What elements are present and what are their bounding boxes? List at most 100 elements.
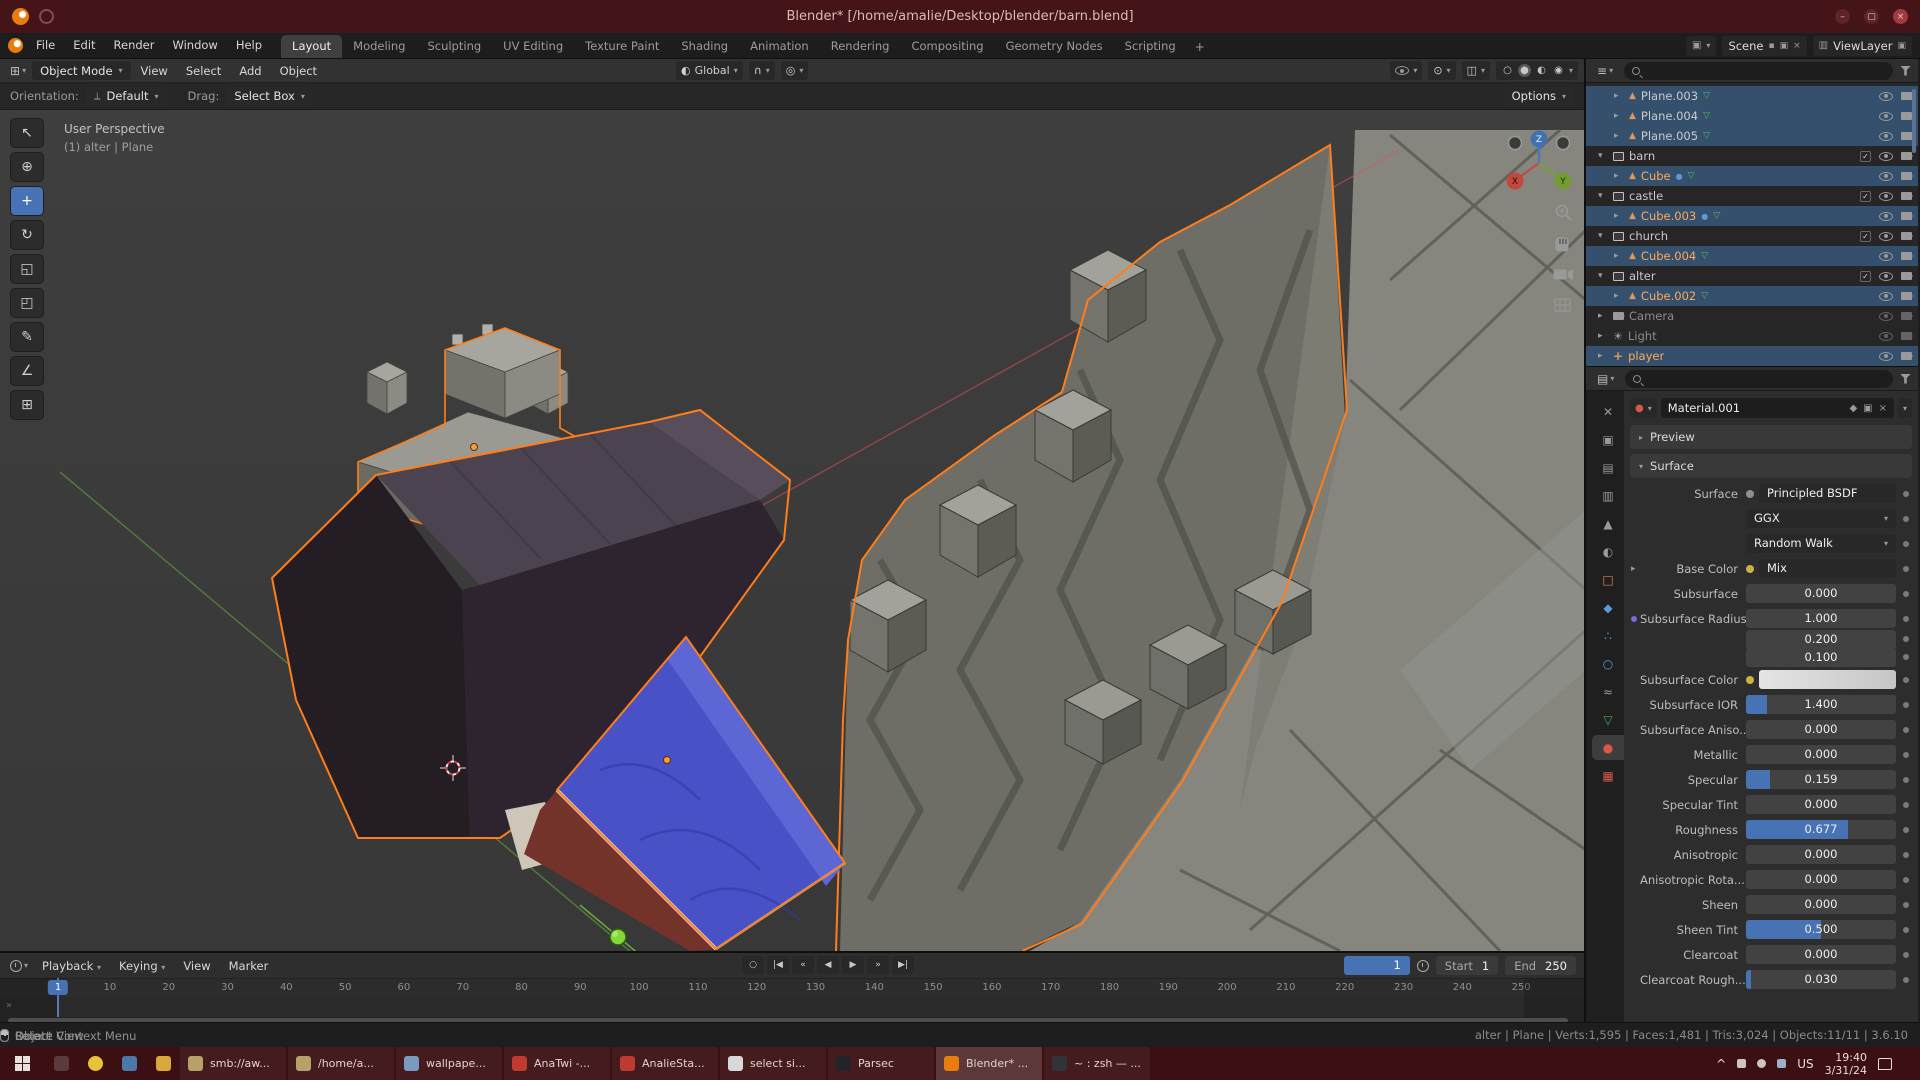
workspace-tab[interactable]: Animation — [739, 35, 820, 58]
use-preview-range-icon[interactable] — [1417, 960, 1429, 972]
workspace-tab[interactable]: Rendering — [820, 35, 901, 58]
expand-icon[interactable]: ▸ — [1598, 331, 1608, 341]
render-visibility-icon[interactable] — [1901, 172, 1912, 180]
render-visibility-icon[interactable] — [1901, 212, 1912, 220]
material-specials-button[interactable]: ▾ — [1898, 398, 1912, 418]
window-titlebar[interactable]: Blender* [/home/amalie/Desktop/blender/b… — [0, 0, 1920, 33]
editor-type-button[interactable]: ≡▾ — [1593, 64, 1617, 78]
properties-tab[interactable]: ▣ — [1592, 427, 1624, 452]
rendered-shading-button[interactable]: ◉ — [1552, 64, 1565, 77]
hide-eye-icon[interactable] — [1879, 172, 1893, 181]
dropdown[interactable]: Random Walk▾ — [1746, 534, 1896, 553]
unlink-icon[interactable]: × — [1793, 41, 1801, 51]
viewport[interactable]: X Y Z — [0, 110, 1584, 951]
notification-icon[interactable] — [1878, 1058, 1892, 1070]
hide-eye-icon[interactable] — [1879, 352, 1893, 361]
outliner-row[interactable]: ▸ + player — [1586, 346, 1918, 366]
hide-eye-icon[interactable] — [1879, 132, 1893, 141]
browse-material-button[interactable]: ●▾ — [1630, 398, 1657, 418]
hide-eye-icon[interactable] — [1879, 252, 1893, 261]
color-swatch[interactable] — [1759, 670, 1896, 689]
transport-button[interactable]: ▶ — [842, 956, 864, 974]
expand-icon[interactable]: ▸ — [1614, 211, 1624, 221]
value-slider[interactable]: 0.000 — [1746, 870, 1896, 889]
filter-icon[interactable] — [1900, 66, 1911, 76]
dropdown[interactable]: GGX▾ — [1746, 509, 1896, 528]
tool-button[interactable]: ◱ — [10, 254, 44, 284]
mode-dropdown[interactable]: Object Mode▾ — [32, 61, 130, 80]
timeline-ruler[interactable]: 1020304050607080901001101201301401501601… — [0, 978, 1584, 998]
outliner-row[interactable]: ▾ alter ✓ — [1586, 266, 1918, 286]
animate-dot[interactable] — [1903, 802, 1909, 808]
expand-icon[interactable]: ▸ — [1614, 131, 1624, 141]
solid-shading-button[interactable]: ● — [1518, 64, 1531, 77]
tool-button[interactable]: ⊞ — [10, 390, 44, 420]
render-visibility-icon[interactable] — [1901, 252, 1912, 260]
animate-dot[interactable] — [1903, 902, 1909, 908]
language-indicator[interactable]: US — [1797, 1057, 1813, 1071]
player-object[interactable] — [610, 929, 626, 945]
tray-expand-caret[interactable]: ^ — [1716, 1057, 1726, 1071]
outliner-search-input[interactable] — [1624, 62, 1893, 80]
value-slider[interactable]: 1.400 — [1746, 695, 1896, 714]
expand-icon[interactable]: ▸ — [1614, 91, 1624, 101]
hide-eye-icon[interactable] — [1879, 112, 1893, 121]
animate-dot[interactable] — [1903, 727, 1909, 733]
surface-section-header[interactable]: ▾Surface — [1630, 454, 1912, 478]
animate-dot[interactable] — [1903, 927, 1909, 933]
view-layer-selector[interactable]: ▥ ViewLayer ▣ — [1813, 36, 1912, 56]
frame-start-field[interactable]: Start1 — [1436, 956, 1498, 975]
properties-tab[interactable]: ◆ — [1592, 595, 1624, 620]
editor-type-button[interactable]: ▾ — [6, 960, 32, 972]
frame-end-field[interactable]: End250 — [1505, 956, 1576, 975]
outliner-row[interactable]: ▾ church ✓ — [1586, 226, 1918, 246]
gizmos-dropdown[interactable]: ⊙▾ — [1428, 61, 1455, 80]
scene-selector[interactable]: Scene ▪ ▣ × — [1722, 36, 1806, 56]
transport-button[interactable]: |◀ — [767, 956, 789, 974]
taskbar-window-button[interactable]: /home/a... — [288, 1047, 394, 1080]
shading-dropdown[interactable]: ▾ — [1569, 66, 1573, 75]
value-slider[interactable]: 0.030 — [1746, 970, 1896, 989]
start-button[interactable] — [0, 1047, 44, 1080]
expand-icon[interactable]: ▾ — [1598, 231, 1608, 241]
scene-browse-button[interactable]: ▣▾ — [1686, 36, 1716, 56]
outliner-row[interactable]: ▸ ▲ Cube.002 ▽ — [1586, 286, 1918, 306]
taskbar-quick-icon[interactable] — [112, 1047, 146, 1080]
animate-dot[interactable] — [1903, 827, 1909, 833]
value-slider[interactable]: 0.000 — [1746, 584, 1896, 603]
workspace-tab[interactable]: Compositing — [900, 35, 994, 58]
editor-type-button[interactable]: ▤▾ — [1593, 372, 1618, 386]
minimize-button[interactable]: – — [1835, 9, 1850, 24]
maximize-button[interactable]: ▢ — [1864, 9, 1879, 24]
render-visibility-icon[interactable] — [1901, 192, 1912, 200]
material-shading-button[interactable]: ◐ — [1535, 64, 1548, 77]
expand-icon[interactable]: ▾ — [1598, 151, 1608, 161]
expand-icon[interactable]: ▾ — [1598, 191, 1608, 201]
wireframe-shading-button[interactable]: ○ — [1501, 64, 1514, 77]
taskbar-window-button[interactable]: wallpape... — [396, 1047, 502, 1080]
transport-button[interactable]: ▶| — [892, 956, 914, 974]
overlays-dropdown[interactable]: ◫▾ — [1462, 61, 1490, 80]
value-slider[interactable]: 0.000 — [1746, 845, 1896, 864]
topbar-menu-item[interactable]: File — [27, 33, 64, 58]
animate-dot[interactable] — [1903, 977, 1909, 983]
timeline-menu-item[interactable]: Keying ▾ — [111, 959, 173, 973]
close-button[interactable]: × — [1893, 9, 1908, 24]
viewport-menu-item[interactable]: Add — [231, 64, 269, 78]
outliner-scrollbar[interactable] — [1912, 89, 1916, 153]
taskbar-window-button[interactable]: AnalieSta... — [612, 1047, 718, 1080]
viewport-menu-item[interactable]: Object — [272, 64, 325, 78]
outliner-row[interactable]: ▸ ▲ Plane.003 ▽ — [1586, 86, 1918, 106]
editor-type-button[interactable]: ⊞▾ — [6, 64, 30, 78]
menu-button[interactable]: Mix — [1759, 559, 1896, 578]
animate-dot[interactable] — [1903, 877, 1909, 883]
tool-button[interactable]: ◰ — [10, 288, 44, 318]
render-visibility-icon[interactable] — [1901, 312, 1912, 320]
transport-button[interactable]: ○ — [742, 956, 764, 974]
expand-icon[interactable]: ▸ — [1614, 111, 1624, 121]
topbar-menu-item[interactable]: Edit — [64, 33, 104, 58]
outliner-row[interactable]: ▸ ▲ Cube.003 ● ▽ — [1586, 206, 1918, 226]
outliner-row[interactable]: ▸ ▲ Cube ● ▽ — [1586, 166, 1918, 186]
new-material-icon[interactable]: ▣ — [1863, 403, 1872, 414]
blender-menu-icon[interactable] — [8, 38, 23, 53]
